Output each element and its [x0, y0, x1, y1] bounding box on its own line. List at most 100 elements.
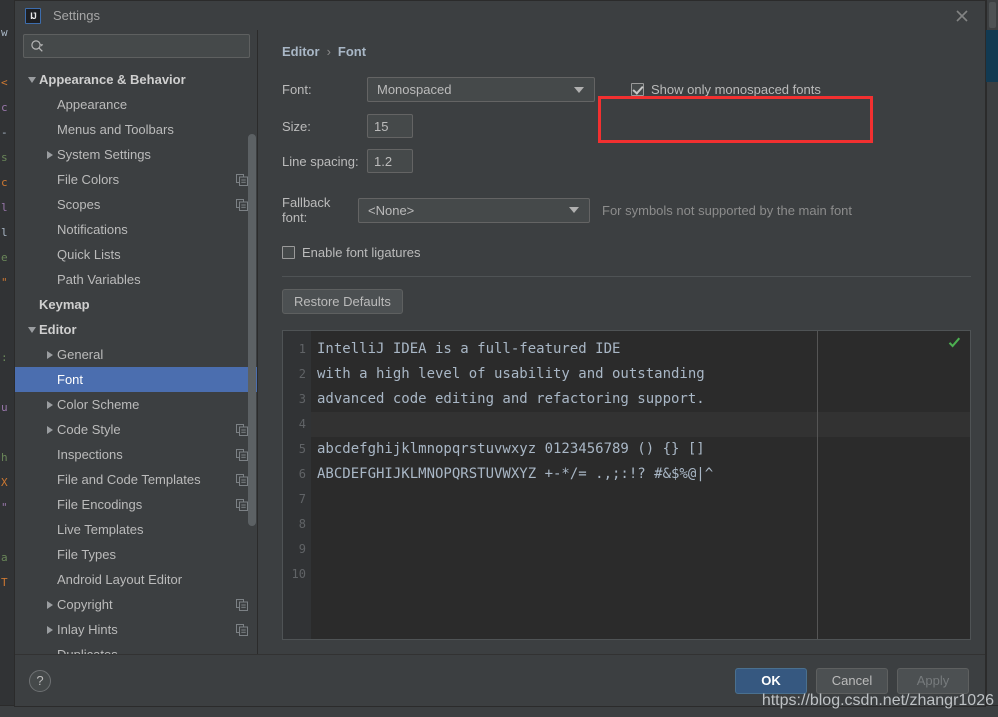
sidebar-item-code-style[interactable]: Code Style: [15, 417, 258, 442]
chevron-right-icon[interactable]: [43, 425, 57, 434]
copy-settings-icon[interactable]: [236, 423, 248, 436]
settings-tree: Appearance & Behavior Appearance Menus and…: [15, 66, 258, 654]
sidebar-item-label: File and Code Templates: [57, 472, 201, 487]
chevron-right-icon[interactable]: [43, 150, 57, 159]
restore-defaults-button[interactable]: Restore Defaults: [282, 289, 403, 314]
chevron-right-icon[interactable]: [43, 400, 57, 409]
sidebar-item-label: File Encodings: [57, 497, 143, 512]
search-field[interactable]: [23, 34, 250, 58]
sidebar-item-appearance[interactable]: Appearance: [15, 92, 258, 117]
font-family-combobox[interactable]: Monospaced: [367, 77, 595, 102]
sidebar-item-font[interactable]: Font: [15, 367, 258, 392]
chevron-down-icon[interactable]: [25, 326, 39, 333]
sidebar-item-label: Color Scheme: [57, 397, 140, 412]
sidebar-scrollbar[interactable]: [248, 98, 256, 654]
chevron-right-icon[interactable]: [43, 350, 57, 359]
sidebar-item-duplicates[interactable]: Duplicates: [15, 642, 258, 654]
show-monospaced-checkbox[interactable]: [631, 83, 644, 96]
sidebar-item-label: Quick Lists: [57, 247, 121, 262]
copy-settings-icon[interactable]: [236, 198, 248, 211]
sidebar-item-editor[interactable]: Editor: [15, 317, 258, 342]
editor-line-number: 8: [298, 517, 306, 531]
sidebar-item-inlay-hints[interactable]: Inlay Hints: [15, 617, 258, 642]
sidebar-item-file-and-code-templates[interactable]: File and Code Templates: [15, 467, 258, 492]
sidebar-item-android-layout-editor[interactable]: Android Layout Editor: [15, 567, 258, 592]
chevron-right-icon[interactable]: [43, 625, 57, 634]
sidebar-item-copyright[interactable]: Copyright: [15, 592, 258, 617]
copy-settings-icon[interactable]: [236, 598, 248, 611]
editor-line-numbers: 1 2 3 4 5 6 7 8 9 10: [283, 331, 311, 639]
editor-right-margin-line: [817, 331, 818, 639]
search-container: [15, 30, 258, 66]
editor-code-line: abcdefghijklmnopqrstuvwxyz 0123456789 ()…: [317, 441, 705, 457]
sidebar-item-label: Notifications: [57, 222, 128, 237]
sidebar-item-label: File Types: [57, 547, 117, 562]
fallback-font-hint: For symbols not supported by the main fo…: [602, 202, 853, 218]
sidebar-item-keymap[interactable]: Keymap: [15, 292, 258, 317]
ide-right-accent-marker: [986, 30, 998, 82]
apply-button[interactable]: Apply: [897, 667, 969, 694]
copy-settings-icon[interactable]: [236, 448, 248, 461]
editor-line-number: 5: [298, 442, 306, 456]
sidebar-item-file-encodings[interactable]: File Encodings: [15, 492, 258, 517]
ok-button[interactable]: OK: [735, 667, 807, 694]
sidebar-item-label: Appearance: [57, 97, 128, 112]
line-spacing-row: Line spacing:: [282, 149, 971, 173]
sidebar-item-general[interactable]: General: [15, 342, 258, 367]
sidebar-item-label: Code Style: [57, 422, 121, 437]
chevron-down-icon: [574, 86, 584, 93]
sidebar-item-appearance-behavior[interactable]: Appearance & Behavior: [15, 67, 258, 92]
editor-code-line: [311, 537, 970, 562]
sidebar-item-label: Keymap: [39, 297, 90, 312]
sidebar-item-path-variables[interactable]: Path Variables: [15, 267, 258, 292]
cancel-button[interactable]: Cancel: [816, 667, 888, 694]
green-check-icon[interactable]: [948, 336, 961, 349]
breadcrumb-current: Font: [337, 44, 367, 59]
breadcrumb-parent[interactable]: Editor: [282, 44, 320, 59]
sidebar-item-color-scheme[interactable]: Color Scheme: [15, 392, 258, 417]
editor-code-line: [311, 487, 970, 512]
sidebar-item-menus-and-toolbars[interactable]: Menus and Toolbars: [15, 117, 258, 142]
sidebar-item-file-types[interactable]: File Types: [15, 542, 258, 567]
editor-line-number: 3: [298, 392, 306, 406]
editor-code-line: [311, 562, 970, 587]
fallback-font-combobox[interactable]: <None>: [358, 197, 590, 223]
font-size-input[interactable]: [367, 114, 413, 138]
sidebar-item-inspections[interactable]: Inspections: [15, 442, 258, 467]
sidebar-scrollbar-thumb[interactable]: [248, 134, 256, 526]
show-monospaced-label: Show only monospaced fonts: [651, 82, 821, 97]
chevron-down-icon[interactable]: [25, 76, 39, 83]
font-preview-editor[interactable]: 1 2 3 4 5 6 7 8 9 10 IntelliJ IDEA is a full-feat…: [282, 330, 971, 640]
search-input[interactable]: [47, 38, 243, 54]
line-spacing-input[interactable]: [367, 149, 413, 173]
sidebar-item-label: Menus and Toolbars: [57, 122, 174, 137]
sidebar-item-live-templates[interactable]: Live Templates: [15, 517, 258, 542]
size-label: Size:: [282, 118, 311, 134]
copy-settings-icon[interactable]: [236, 473, 248, 486]
editor-line-number: 9: [298, 542, 306, 556]
copy-settings-icon[interactable]: [236, 498, 248, 511]
editor-code-line: ABCDEFGHIJKLMNOPQRSTUVWXYZ +-*/= .,;:!? …: [317, 466, 714, 482]
sidebar-item-system-settings[interactable]: System Settings: [15, 142, 258, 167]
chevron-right-icon[interactable]: [43, 600, 57, 609]
sidebar-item-scopes[interactable]: Scopes: [15, 192, 258, 217]
section-divider: [282, 276, 971, 277]
sidebar-item-quick-lists[interactable]: Quick Lists: [15, 242, 258, 267]
sidebar-item-notifications[interactable]: Notifications: [15, 217, 258, 242]
ligatures-row: Enable font ligatures: [282, 245, 971, 260]
sidebar-item-file-colors[interactable]: File Colors: [15, 167, 258, 192]
copy-settings-icon[interactable]: [236, 623, 248, 636]
editor-code-area[interactable]: IntelliJ IDEA is a full-featured IDE with…: [311, 331, 970, 639]
settings-dialog: IJ Settings Appearance & Behavior Appear…: [14, 0, 986, 707]
sidebar-item-label: Appearance & Behavior: [39, 72, 186, 87]
copy-settings-icon[interactable]: [236, 173, 248, 186]
editor-code-line: [311, 512, 970, 537]
editor-code-line: advanced code editing and refactoring su…: [317, 391, 705, 407]
ide-right-scrollbar-thumb[interactable]: [989, 2, 996, 28]
editor-line-number: 4: [298, 417, 306, 431]
enable-ligatures-checkbox[interactable]: [282, 246, 295, 259]
sidebar-item-label: Path Variables: [57, 272, 141, 287]
sidebar-item-label: General: [57, 347, 104, 362]
help-button[interactable]: ?: [29, 669, 51, 692]
close-icon[interactable]: [953, 7, 971, 25]
